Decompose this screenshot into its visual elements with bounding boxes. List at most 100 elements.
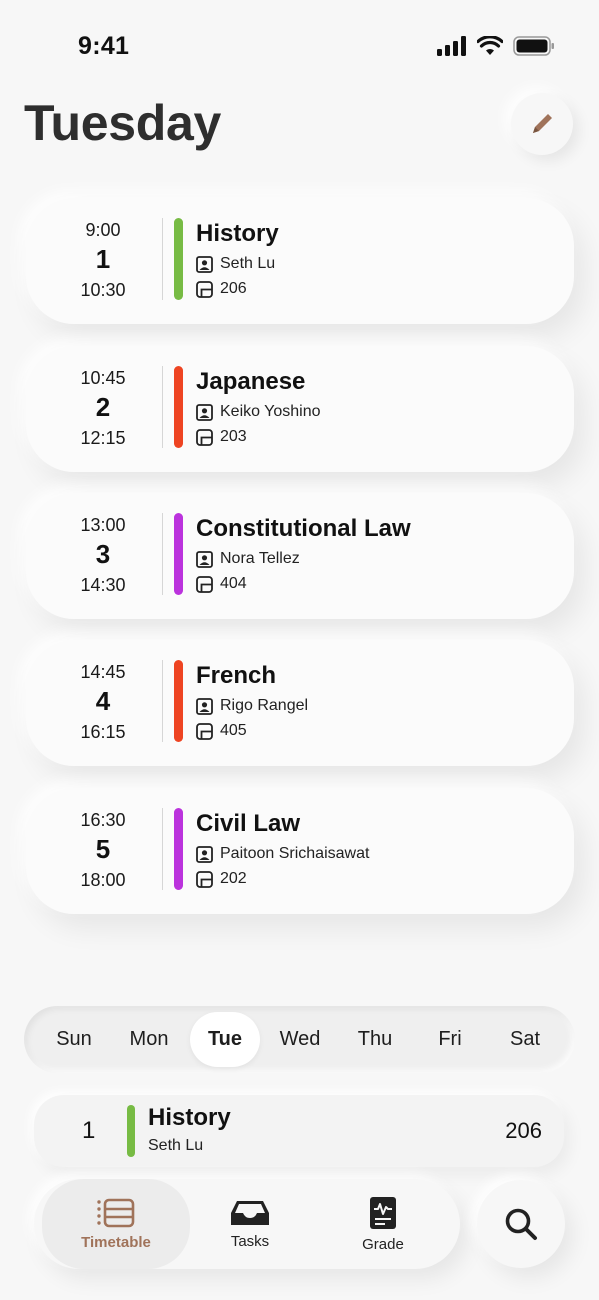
next-class-card[interactable]: 1 History Seth Lu 206	[34, 1095, 564, 1167]
divider	[162, 218, 163, 300]
day-tab-fri[interactable]: Fri	[415, 1012, 485, 1067]
next-class-room: 206	[505, 1118, 542, 1143]
class-period: 3	[95, 539, 111, 569]
class-teacher: Keiko Yoshino	[220, 403, 321, 420]
class-room-row: 404	[196, 575, 247, 593]
day-selector: Sun Mon Tue Wed Thu Fri Sat	[24, 1006, 575, 1073]
class-room: 202	[220, 870, 247, 887]
tab-timetable[interactable]: Timetable	[42, 1179, 190, 1269]
status-bar: 9:41	[0, 0, 599, 96]
next-class-period: 1	[82, 1117, 96, 1144]
class-room-row: 202	[196, 870, 247, 888]
door-icon	[196, 428, 213, 446]
class-end-time: 12:15	[80, 428, 126, 448]
report-icon	[370, 1196, 396, 1229]
person-icon	[196, 550, 213, 568]
class-start-time: 14:45	[80, 662, 126, 682]
tab-bar: Timetable Tasks Grade	[34, 1179, 460, 1269]
day-tab-sat[interactable]: Sat	[490, 1012, 560, 1067]
class-time: 14:45 4 16:15	[26, 640, 180, 766]
next-class-teacher: Seth Lu	[148, 1137, 204, 1154]
day-tab-thu[interactable]: Thu	[340, 1012, 410, 1067]
day-tab-mon[interactable]: Mon	[114, 1012, 184, 1067]
person-icon	[196, 403, 213, 421]
class-subject: Japanese	[196, 368, 306, 395]
page-title: Tuesday	[24, 95, 222, 151]
class-room: 206	[220, 280, 247, 297]
class-time: 16:30 5 18:00	[26, 788, 180, 914]
class-period: 4	[95, 686, 111, 716]
search-icon	[505, 1208, 537, 1240]
door-icon	[196, 575, 213, 593]
class-subject: Civil Law	[196, 810, 301, 837]
class-end-time: 16:15	[80, 722, 126, 742]
tab-label: Tasks	[230, 1232, 270, 1250]
class-start-time: 13:00	[80, 515, 126, 535]
next-class-subject: History	[148, 1104, 231, 1131]
status-icons	[437, 36, 555, 56]
class-subject: History	[196, 220, 279, 247]
tray-icon	[231, 1200, 269, 1225]
timetable-icon	[97, 1198, 135, 1227]
day-tab-tue[interactable]: Tue	[190, 1012, 260, 1067]
class-teacher-row: Rigo Rangel	[196, 697, 308, 715]
class-room: 203	[220, 428, 247, 445]
class-card[interactable]: 13:00 3 14:30 Constitutional Law Nora Te…	[26, 493, 574, 619]
door-icon	[196, 722, 213, 740]
subject-color-bar	[174, 660, 183, 742]
class-room-row: 405	[196, 722, 247, 740]
tab-label: Grade	[362, 1235, 404, 1253]
wifi-icon	[477, 36, 503, 55]
class-room: 405	[220, 722, 247, 739]
day-tab-wed[interactable]: Wed	[265, 1012, 335, 1067]
class-teacher-row: Keiko Yoshino	[196, 403, 321, 421]
edit-button[interactable]	[511, 93, 573, 155]
subject-color-bar	[174, 218, 183, 300]
class-card[interactable]: 14:45 4 16:15 French Rigo Rangel 405	[26, 640, 574, 766]
tab-label: Timetable	[81, 1233, 151, 1251]
class-teacher-row: Nora Tellez	[196, 550, 300, 568]
pencil-icon	[533, 114, 552, 133]
divider	[162, 660, 163, 742]
class-start-time: 9:00	[85, 220, 121, 240]
subject-color-bar	[174, 513, 183, 595]
class-time: 9:00 1 10:30	[26, 198, 180, 324]
class-card[interactable]: 9:00 1 10:30 History Seth Lu 206	[26, 198, 574, 324]
door-icon	[196, 870, 213, 888]
subject-color-bar	[174, 366, 183, 448]
door-icon	[196, 280, 213, 298]
class-period: 1	[95, 244, 111, 274]
signal-icon	[437, 36, 466, 56]
person-icon	[196, 845, 213, 863]
class-end-time: 18:00	[80, 870, 126, 890]
class-teacher-row: Paitoon Srichaisawat	[196, 845, 369, 863]
class-room-row: 206	[196, 280, 247, 298]
class-end-time: 14:30	[80, 575, 126, 595]
divider	[162, 808, 163, 890]
battery-icon	[513, 36, 554, 56]
class-period: 5	[95, 834, 111, 864]
class-teacher: Paitoon Srichaisawat	[220, 845, 370, 862]
class-end-time: 10:30	[80, 280, 126, 300]
class-room-row: 203	[196, 428, 247, 446]
class-period: 2	[95, 392, 111, 422]
class-teacher: Seth Lu	[220, 255, 276, 272]
class-teacher-row: Seth Lu	[196, 255, 275, 273]
day-tab-sun[interactable]: Sun	[39, 1012, 109, 1067]
class-room: 404	[220, 575, 247, 592]
tab-tasks[interactable]: Tasks	[190, 1179, 310, 1269]
class-card[interactable]: 16:30 5 18:00 Civil Law Paitoon Srichais…	[26, 788, 574, 914]
status-time: 9:41	[78, 32, 130, 60]
class-subject: Constitutional Law	[196, 515, 411, 542]
subject-color-bar	[174, 808, 183, 890]
class-teacher: Nora Tellez	[220, 550, 300, 567]
search-button[interactable]	[477, 1180, 565, 1268]
class-start-time: 10:45	[80, 368, 126, 388]
class-teacher: Rigo Rangel	[220, 697, 309, 714]
subject-color-bar	[127, 1105, 135, 1157]
tab-grade[interactable]: Grade	[318, 1179, 448, 1269]
class-card[interactable]: 10:45 2 12:15 Japanese Keiko Yoshino 203	[26, 346, 574, 472]
class-time: 10:45 2 12:15	[26, 346, 180, 472]
person-icon	[196, 255, 213, 273]
divider	[162, 366, 163, 448]
